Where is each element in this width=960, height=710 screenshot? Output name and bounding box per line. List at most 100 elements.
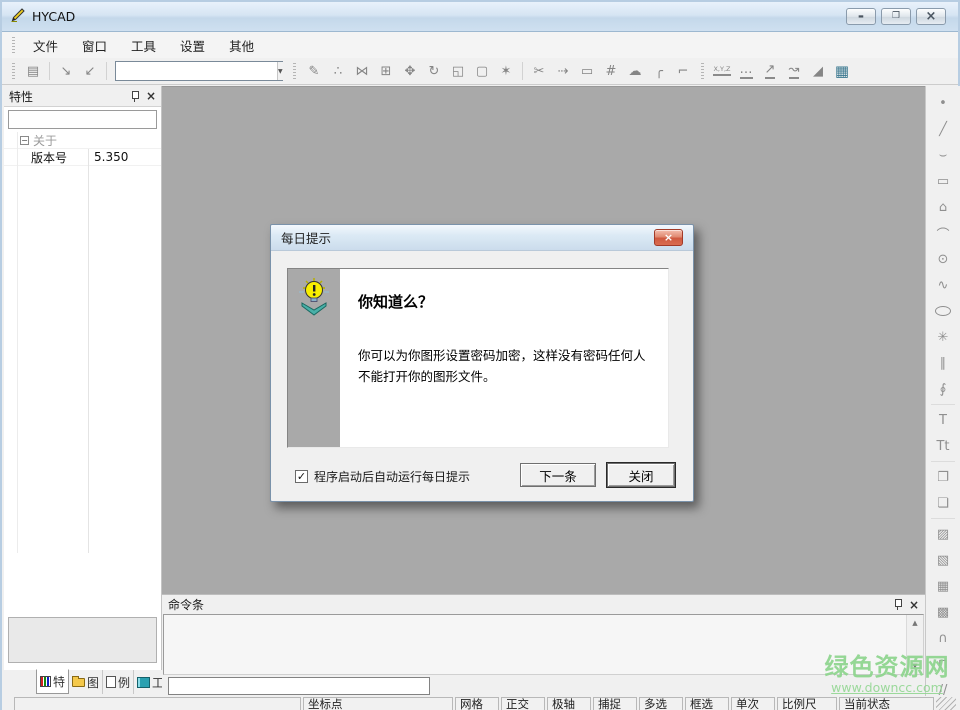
combo-dropdown-icon[interactable]: ▼ [277, 62, 283, 80]
dialog-titlebar[interactable]: 每日提示 × [271, 225, 693, 251]
toggle-grid[interactable]: 网格 [455, 697, 499, 710]
text-icon: T [939, 413, 947, 428]
toggle-multiselect[interactable]: 多选 [639, 697, 683, 710]
close-button[interactable]: × [916, 8, 946, 25]
tab-legend[interactable]: 例 [103, 670, 134, 694]
command-close-icon[interactable]: × [909, 599, 919, 611]
dialog-body: 你知道么？ 你可以为你图形设置密码加密，这样没有密码任何人不能打开你的图形文件。… [271, 251, 693, 502]
toolbar-grip[interactable] [12, 63, 15, 79]
toggle-scale[interactable]: 比例尺 [777, 697, 837, 710]
modify-button[interactable]: ✎ [302, 60, 326, 82]
next-tip-button[interactable]: 下一条 [520, 463, 596, 487]
toggle-single[interactable]: 单次 [731, 697, 775, 710]
scroll-down-icon[interactable]: ▼ [908, 659, 923, 673]
autorun-checkbox-row[interactable]: ✓ 程序启动后自动运行每日提示 [295, 468, 470, 485]
restore-button[interactable]: ❐ [881, 8, 911, 25]
copy-shape-button[interactable]: ❐ [928, 464, 958, 490]
table-icon: ▦ [937, 579, 949, 594]
menu-file[interactable]: 文件 [21, 32, 70, 59]
slope-button[interactable]: ◢ [806, 60, 830, 82]
scale-button[interactable]: ◱ [446, 60, 470, 82]
properties-combobox[interactable]: ▼ [8, 110, 157, 129]
coordinate-dim-button[interactable]: X,Y,Z [710, 60, 734, 82]
pin-icon[interactable] [130, 90, 140, 103]
toolbar-grip[interactable] [293, 63, 296, 79]
trim-button[interactable]: ✂ [527, 60, 551, 82]
dialog-close-button[interactable]: × [654, 229, 683, 246]
rectangle-button[interactable]: ▭ [575, 60, 599, 82]
select-box-icon: ▢ [476, 64, 488, 79]
tree-group-row[interactable]: − 关于 [4, 132, 161, 149]
close-tip-button[interactable]: 关闭 [607, 463, 675, 487]
toggle-snap[interactable]: 捕捉 [593, 697, 637, 710]
command-history[interactable]: ▲ ▼ [163, 614, 924, 675]
polyline-tool-button[interactable]: ⌣ [928, 142, 958, 168]
table-tool-button[interactable]: ▦ [928, 573, 958, 599]
tab-properties[interactable]: 特 [36, 669, 69, 694]
layer-combo-input[interactable] [116, 62, 277, 80]
ellipse-tool-button[interactable] [928, 298, 958, 324]
command-input[interactable] [168, 677, 430, 695]
toolbar-grip[interactable] [701, 63, 704, 79]
paste-shape-button[interactable]: ❏ [928, 490, 958, 516]
chamfer-button[interactable]: ⌐ [671, 60, 695, 82]
polygon-tool-button[interactable]: ⌂ [928, 194, 958, 220]
revision-cloud-button[interactable]: ☁ [623, 60, 647, 82]
select-box-button[interactable]: ▢ [470, 60, 494, 82]
import-button[interactable]: ↘ [54, 60, 78, 82]
linear-dim-button[interactable]: ↗ [758, 60, 782, 82]
fillet-button[interactable]: ╭ [647, 60, 671, 82]
rotate-button[interactable]: ↻ [422, 60, 446, 82]
autorun-checkbox[interactable]: ✓ [295, 470, 308, 483]
profile-tool-button[interactable]: ∩ [928, 625, 958, 651]
menu-other[interactable]: 其他 [217, 32, 266, 59]
menu-settings[interactable]: 设置 [168, 32, 217, 59]
tab-legend-label: 例 [118, 674, 130, 691]
minimize-button[interactable]: ▬ [846, 8, 876, 25]
point-tool-button[interactable]: • [928, 90, 958, 116]
wave-tool-button[interactable]: ⊓ [928, 651, 958, 677]
hatch-edit-button[interactable]: ▧ [928, 547, 958, 573]
circle-tool-button[interactable]: ⊙ [928, 246, 958, 272]
command-scrollbar[interactable]: ▲ ▼ [906, 615, 923, 674]
wand-button[interactable]: ✶ [494, 60, 518, 82]
tree-property-row[interactable]: 版本号 5.350 [4, 149, 161, 166]
hatch-tool-button[interactable]: ▨ [928, 521, 958, 547]
spline-tool-button[interactable]: ∿ [928, 272, 958, 298]
curve-dim-button[interactable]: ↝ [782, 60, 806, 82]
tab-drawing[interactable]: 图 [69, 670, 103, 694]
resize-grip-icon[interactable] [936, 697, 956, 710]
export-button[interactable]: ↙ [78, 60, 102, 82]
line-tool-button[interactable]: ╱ [928, 116, 958, 142]
table-edit-button[interactable]: ▩ [928, 599, 958, 625]
move-button[interactable]: ✥ [398, 60, 422, 82]
extend-button[interactable]: ⇢ [551, 60, 575, 82]
rectangle-tool-button[interactable]: ▭ [928, 168, 958, 194]
node-edit-button[interactable]: ∴ [326, 60, 350, 82]
divide-tool-button[interactable]: ✳ [928, 324, 958, 350]
menu-window[interactable]: 窗口 [70, 32, 119, 59]
parallel-tool-button[interactable]: ∥ [928, 350, 958, 376]
arc-tool-button[interactable]: ⌒ [928, 220, 958, 246]
mirror-button[interactable]: ⋈ [350, 60, 374, 82]
panel-close-icon[interactable]: × [146, 90, 156, 102]
break-button[interactable]: # [599, 60, 623, 82]
tree-collapse-icon[interactable]: − [20, 136, 29, 145]
command-pin-icon[interactable] [893, 598, 903, 611]
text-tool-button[interactable]: T [928, 407, 958, 433]
toggle-polar[interactable]: 极轴 [547, 697, 591, 710]
menu-tools[interactable]: 工具 [119, 32, 168, 59]
scroll-up-icon[interactable]: ▲ [908, 616, 923, 630]
layers-button[interactable]: ▤ [21, 60, 45, 82]
menubar-grip[interactable] [12, 37, 15, 53]
text-style-button[interactable]: Tt [928, 433, 958, 459]
properties-combo-input[interactable] [9, 111, 170, 128]
array-button[interactable]: ⊞ [374, 60, 398, 82]
toggle-boxselect[interactable]: 框选 [685, 697, 729, 710]
toggle-ortho[interactable]: 正交 [501, 697, 545, 710]
point-dim-button[interactable]: … [734, 60, 758, 82]
calculator-button[interactable]: ▦ [830, 60, 854, 82]
contour-tool-button[interactable]: ∮ [928, 376, 958, 402]
layer-combobox[interactable]: ▼ [115, 61, 283, 81]
status-coordinate-cell: 坐标点 [303, 697, 453, 710]
